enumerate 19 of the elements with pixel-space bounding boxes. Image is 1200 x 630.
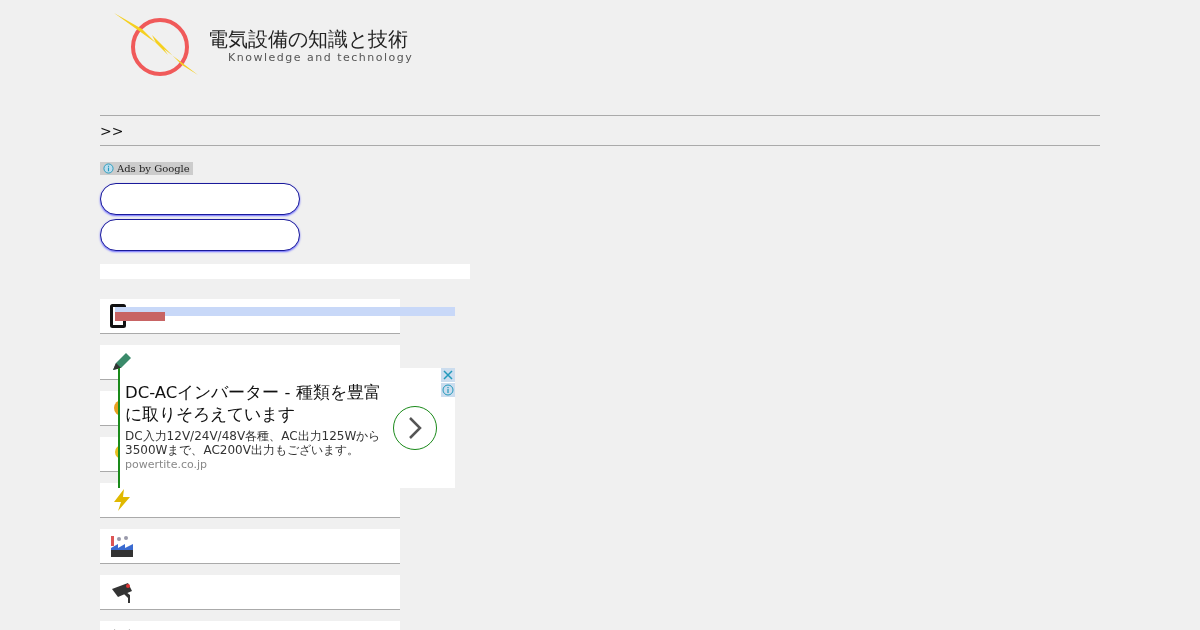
security-camera-icon <box>110 580 134 604</box>
site-title: 電気設備の知識と技術 <box>208 26 409 51</box>
ads-label[interactable]: Ads by Google <box>100 162 193 175</box>
ad-link-button[interactable] <box>100 219 300 251</box>
category-card[interactable] <box>100 575 400 610</box>
ad-headline[interactable]: DC-ACインバーター - 種類を豊富に取りそろえています <box>125 382 387 426</box>
ad-description: DC入力12V/24V/48V各種、AC出力125Wから3500Wまで、AC200V出力もございます。 <box>125 429 382 457</box>
ad-open-button[interactable] <box>393 406 437 450</box>
factory-icon <box>110 534 134 558</box>
ad-domain[interactable]: powertite.co.jp <box>125 458 387 471</box>
ad-link-button[interactable] <box>100 183 300 215</box>
info-icon[interactable] <box>441 383 455 397</box>
breadcrumb[interactable]: >> <box>100 122 124 139</box>
category-card[interactable] <box>100 529 400 564</box>
chevron-icon <box>407 416 423 440</box>
site-subtitle: Knowledge and technology <box>228 50 414 64</box>
close-icon[interactable] <box>441 368 455 382</box>
ad-popup[interactable]: DC-ACインバーター - 種類を豊富に取りそろえています DC入力12V/24V/48V各種、AC出力125Wから3500Wまで、AC200V出力もございます。 powertite.co.jp <box>118 368 455 488</box>
info-icon <box>103 163 114 174</box>
